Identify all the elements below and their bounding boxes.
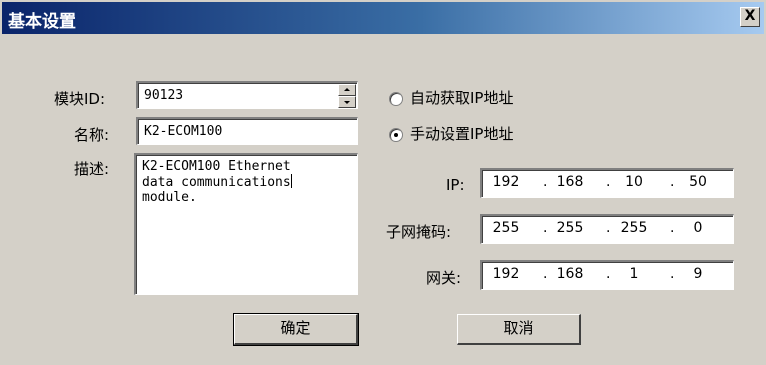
- dialog-title: 基本设置: [8, 12, 76, 32]
- subnet-mask-label: 子网掩码:: [386, 223, 452, 241]
- ip-separator: .: [670, 266, 675, 282]
- gateway-octet-2[interactable]: 168: [548, 266, 592, 282]
- ip-separator: .: [543, 266, 548, 282]
- ip-octet-2[interactable]: 168: [548, 174, 592, 190]
- ok-button[interactable]: 确定: [233, 313, 359, 346]
- gateway-octet-4[interactable]: 9: [676, 266, 720, 282]
- ip-octet-4[interactable]: 50: [676, 174, 720, 190]
- description-line: K2-ECOM100 Ethernet: [142, 159, 291, 174]
- description-line: module.: [142, 190, 197, 205]
- chevron-up-icon: [344, 88, 350, 91]
- module-id-value: 90123: [144, 88, 184, 103]
- mask-octet-1[interactable]: 255: [484, 220, 528, 236]
- name-field[interactable]: K2-ECOM100: [136, 117, 358, 145]
- name-label: 名称:: [74, 126, 110, 144]
- module-id-spinner: [338, 84, 356, 108]
- ip-separator: .: [543, 220, 548, 236]
- gateway-octet-1[interactable]: 192: [484, 266, 528, 282]
- ip-separator: .: [606, 220, 611, 236]
- close-icon: X: [744, 8, 756, 24]
- spin-up-button[interactable]: [338, 84, 356, 96]
- ip-octet-1[interactable]: 192: [484, 174, 528, 190]
- subnet-mask-field[interactable]: 255 . 255 . 255 . 0: [480, 214, 734, 244]
- chevron-down-icon: [344, 101, 350, 104]
- description-line: data communications: [142, 174, 292, 190]
- cancel-button[interactable]: 取消: [457, 314, 581, 345]
- module-id-label: 模块ID:: [54, 90, 106, 108]
- ip-separator: .: [606, 174, 611, 190]
- mask-octet-4[interactable]: 0: [676, 220, 720, 236]
- gateway-label: 网关:: [426, 269, 462, 287]
- ip-label: IP:: [446, 176, 465, 194]
- gateway-field[interactable]: 192 . 168 . 1 . 9: [480, 260, 734, 290]
- ip-separator: .: [670, 220, 675, 236]
- radio-button[interactable]: [389, 92, 403, 106]
- title-bar[interactable]: 基本设置 X: [2, 2, 764, 34]
- text-caret: [290, 174, 292, 188]
- mask-octet-3[interactable]: 255: [612, 220, 656, 236]
- description-textarea[interactable]: K2-ECOM100 Ethernet data communications mo…: [134, 153, 358, 295]
- close-button[interactable]: X: [740, 7, 760, 27]
- auto-ip-label: 自动获取IP地址: [410, 89, 514, 107]
- ip-separator: .: [606, 266, 611, 282]
- manual-ip-label: 手动设置IP地址: [410, 125, 514, 143]
- description-label: 描述:: [74, 160, 110, 178]
- gateway-octet-3[interactable]: 1: [612, 266, 656, 282]
- name-value: K2-ECOM100: [144, 124, 223, 139]
- spin-down-button[interactable]: [338, 96, 356, 108]
- ip-address-field[interactable]: 192 . 168 . 10 . 50: [480, 168, 734, 198]
- description-text: K2-ECOM100 Ethernet data communications mo…: [136, 155, 357, 205]
- module-id-stepper[interactable]: 90123: [136, 81, 358, 109]
- radio-button-selected[interactable]: [389, 128, 403, 142]
- mask-octet-2[interactable]: 255: [548, 220, 592, 236]
- basic-settings-dialog: 基本设置 X 模块ID: 90123 名称: K2-ECOM100 描述: K2…: [0, 0, 766, 365]
- ip-separator: .: [670, 174, 675, 190]
- ip-octet-3[interactable]: 10: [612, 174, 656, 190]
- radio-dot-icon: [394, 133, 398, 137]
- ip-separator: .: [543, 174, 548, 190]
